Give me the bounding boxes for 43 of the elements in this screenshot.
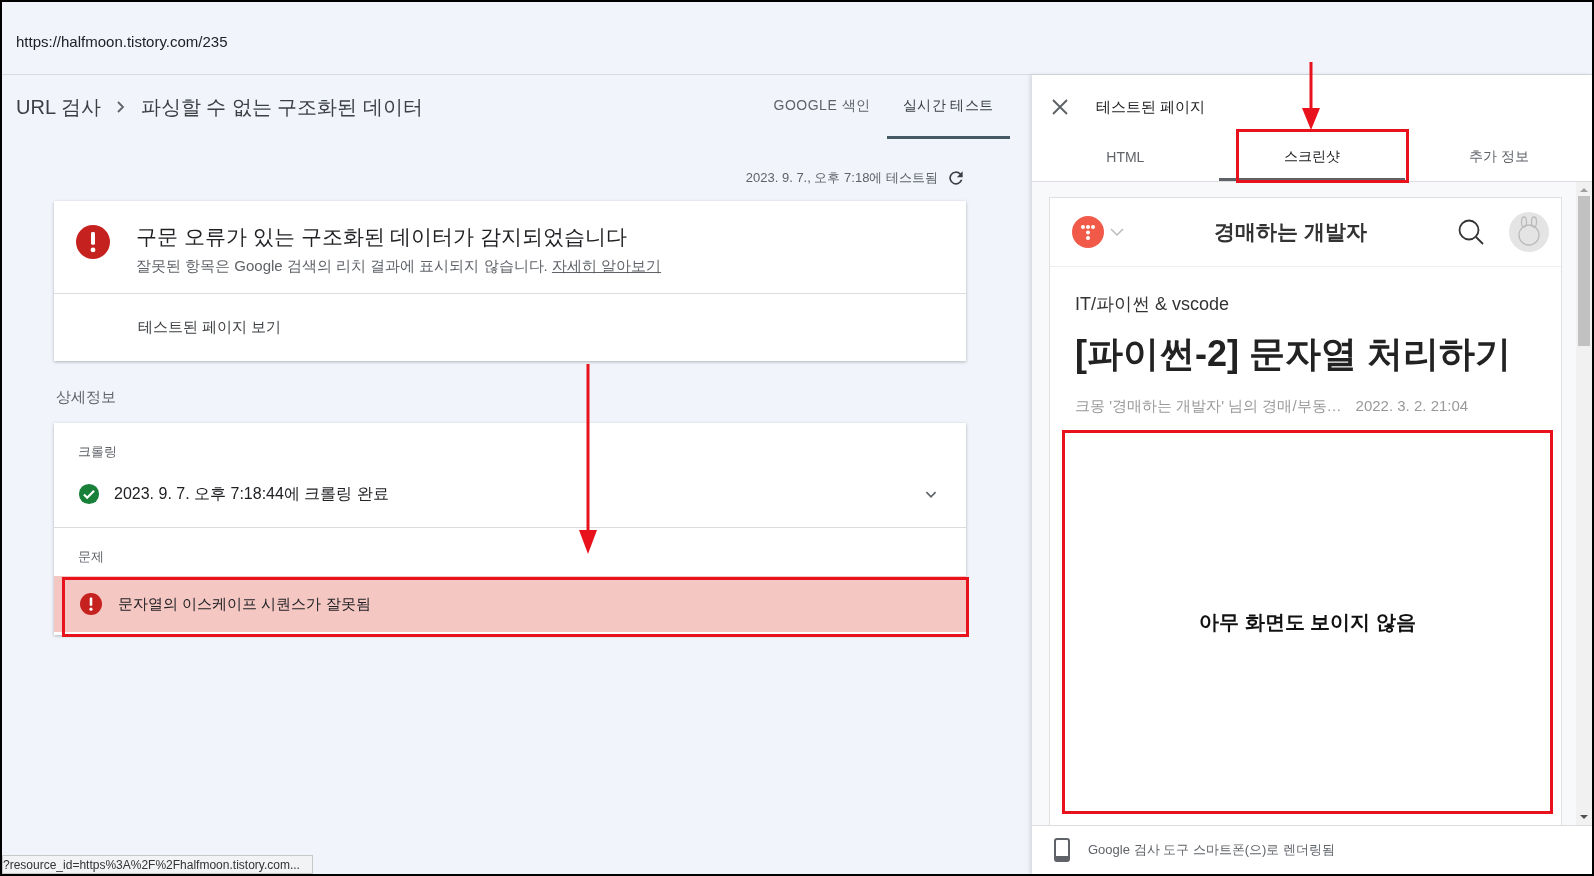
search-icon bbox=[1457, 218, 1485, 246]
scroll-up-icon[interactable] bbox=[1580, 186, 1588, 194]
status-url: ?resource_id=https%3A%2F%2Fhalfmoon.tistory.com... bbox=[3, 857, 300, 872]
chevron-right-icon bbox=[114, 100, 127, 114]
scrollbar[interactable] bbox=[1576, 182, 1592, 825]
issue-row[interactable]: 문자열의 이스케이프 시퀀스가 잘못됨 bbox=[54, 576, 966, 632]
test-time: 2023. 9. 7., 오후 7:18에 테스트됨 bbox=[745, 169, 938, 187]
section-heading: 상세정보 bbox=[56, 388, 117, 407]
error-icon bbox=[80, 593, 102, 615]
scroll-down-icon[interactable] bbox=[1580, 813, 1588, 821]
learn-more-link[interactable]: 자세히 알아보기 bbox=[551, 257, 662, 274]
crawl-status: 2023. 9. 7. 오후 7:18:44에 크롤링 완료 bbox=[114, 483, 390, 504]
tab[interactable]: HTML bbox=[1032, 135, 1219, 181]
view-tested-page-link[interactable]: 테스트된 페이지 보기 bbox=[138, 318, 282, 337]
summary-description: 잘못된 항목은 Google 검색의 리치 결과에 표시되지 않습니다. 자세히 알아보기 bbox=[136, 257, 662, 276]
page-url: https://halfmoon.tistory.com/235 bbox=[16, 32, 228, 50]
panel-title: 테스트된 페이지 bbox=[1096, 97, 1206, 117]
page-heading: 파싱할 수 없는 구조화된 데이터 bbox=[140, 94, 424, 120]
check-circle-icon bbox=[78, 483, 100, 505]
blog-title: 경매하는 개발자 bbox=[1213, 219, 1368, 245]
post-title: [파이썬-2] 문자열 처리하기 bbox=[1074, 332, 1512, 376]
annotation-arrow bbox=[1302, 62, 1320, 130]
summary-title: 구문 오류가 있는 구조화된 데이터가 감지되었습니다 bbox=[136, 224, 629, 250]
section-label: 문제 bbox=[77, 548, 105, 566]
post-date: 2022. 3. 2. 21:04 bbox=[1355, 397, 1469, 416]
post-category: IT/파이썬 & vscode bbox=[1074, 293, 1231, 316]
render-info: Google 검사 도구 스마트폰(으)로 렌더링됨 bbox=[1088, 841, 1336, 859]
annotation-text: 아무 화면도 보이지 않음 bbox=[1199, 609, 1416, 635]
logo-icon bbox=[1072, 216, 1104, 248]
avatar-icon bbox=[1509, 212, 1549, 252]
refresh-icon[interactable] bbox=[946, 168, 966, 188]
issue-text: 문자열의 이스케이프 시퀀스가 잘못됨 bbox=[118, 594, 371, 614]
tab[interactable]: GOOGLE 색인 bbox=[757, 75, 887, 139]
caret-icon bbox=[1110, 227, 1124, 237]
scroll-thumb[interactable] bbox=[1578, 196, 1590, 346]
section-label: 크롤링 bbox=[77, 443, 118, 461]
close-icon[interactable] bbox=[1050, 97, 1070, 117]
breadcrumb-link[interactable]: URL 검사 bbox=[16, 93, 101, 121]
error-icon bbox=[76, 225, 110, 259]
smartphone-icon bbox=[1054, 838, 1070, 862]
tab[interactable]: 추가 정보 bbox=[1405, 135, 1592, 181]
tab[interactable]: 실시간 테스트 bbox=[886, 75, 1010, 139]
post-author: 크몽 '경매하는 개발자' 님의 경매/부동… bbox=[1075, 397, 1342, 416]
